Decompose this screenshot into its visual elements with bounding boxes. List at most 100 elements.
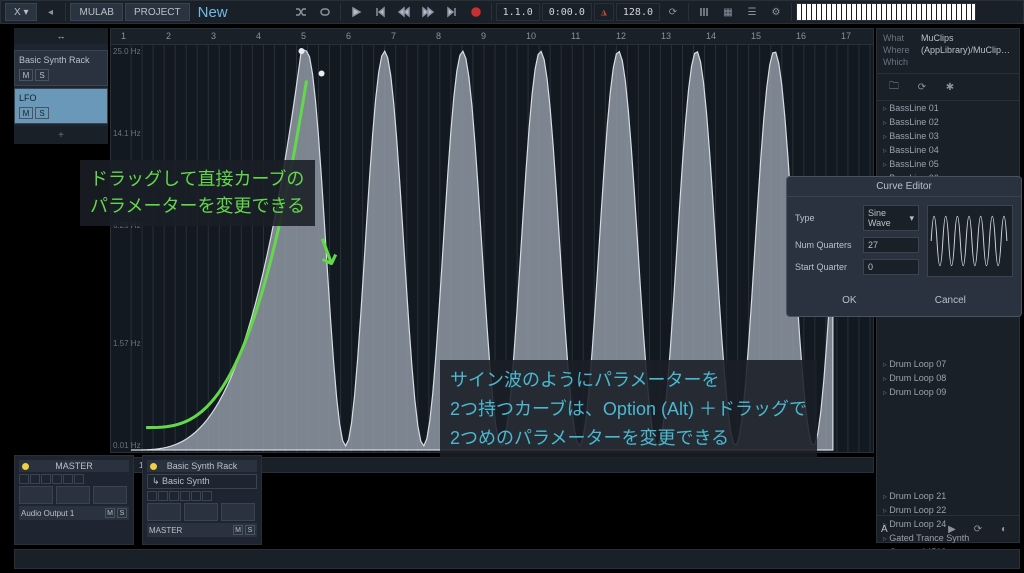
record-icon[interactable]: [465, 3, 487, 21]
metronome-icon[interactable]: ◮: [594, 3, 614, 21]
solo-button[interactable]: S: [245, 525, 255, 535]
ruler-tick: 11: [571, 31, 580, 41]
mute-button[interactable]: M: [233, 525, 243, 535]
ruler-tick: 7: [391, 31, 396, 41]
list-item[interactable]: BassLine 05: [877, 157, 1019, 171]
mute-button[interactable]: M: [19, 107, 33, 119]
tempo-tap-icon[interactable]: ⟳: [662, 3, 684, 21]
numquarters-label: Num Quarters: [795, 240, 863, 250]
volume-fader[interactable]: [184, 503, 218, 521]
track-label[interactable]: LFO: [19, 93, 103, 103]
list-item[interactable]: Drum Loop 07: [877, 357, 1019, 371]
time-display[interactable]: 0:00.0: [542, 3, 592, 21]
ruler-tick: 1: [121, 31, 126, 41]
list-item[interactable]: BassLine 01: [877, 101, 1019, 115]
shuffle-icon[interactable]: [290, 3, 312, 21]
browser-toolbar: 🗀 ⟳ ✱: [877, 74, 1019, 101]
solo-button[interactable]: S: [35, 107, 49, 119]
nav-row[interactable]: ↔: [14, 28, 108, 44]
ruler-tick: 15: [751, 31, 761, 41]
y-label: 14.1 Hz: [113, 129, 141, 138]
channel-output[interactable]: Audio Output 1: [21, 509, 74, 518]
browser-list[interactable]: Drum Loop 07Drum Loop 08Drum Loop 09: [877, 357, 1019, 399]
project-button[interactable]: PROJECT: [125, 3, 190, 21]
ok-button[interactable]: OK: [842, 295, 856, 306]
channel-master: MASTER Audio Output 1 MS: [14, 455, 134, 545]
refresh-icon[interactable]: ⟳: [911, 78, 933, 96]
type-select[interactable]: Sine Wave▾: [863, 205, 919, 231]
list-item[interactable]: BassLine 04: [877, 143, 1019, 157]
tool-settings-icon[interactable]: ⚙: [765, 3, 787, 21]
add-track-button[interactable]: +: [14, 126, 108, 144]
channel-title[interactable]: Basic Synth Rack: [147, 460, 257, 472]
timeline-ruler[interactable]: 1234567891011121314151617: [111, 29, 873, 45]
y-label: 25.0 Hz: [113, 47, 141, 56]
browser-mode-a[interactable]: A: [881, 524, 888, 535]
y-label: 1.57 Hz: [113, 339, 141, 348]
track-label[interactable]: Basic Synth Rack: [19, 55, 103, 65]
rewind-icon[interactable]: [393, 3, 415, 21]
position-display[interactable]: 1.1.0: [496, 3, 540, 21]
curve-canvas[interactable]: 25.0 Hz 14.1 Hz 6.25 Hz 1.57 Hz 0.01 Hz: [111, 45, 873, 452]
y-label: 0.01 Hz: [113, 441, 141, 450]
play-preview-icon[interactable]: ▶: [941, 520, 963, 538]
ruler-tick: 2: [166, 31, 171, 41]
project-name[interactable]: New: [192, 4, 234, 21]
track-panel: ↔ Basic Synth Rack MS LFO MS +: [14, 28, 108, 144]
startquarter-input[interactable]: 0: [863, 259, 919, 275]
mute-button[interactable]: M: [105, 508, 115, 518]
loop-icon[interactable]: [314, 3, 336, 21]
mute-button[interactable]: M: [19, 69, 33, 81]
meter: [221, 503, 255, 521]
skip-start-icon[interactable]: [369, 3, 391, 21]
ruler-tick: 5: [301, 31, 306, 41]
type-label: Type: [795, 213, 863, 223]
ruler-tick: 8: [436, 31, 441, 41]
channel-output[interactable]: MASTER: [149, 526, 182, 535]
device-slot[interactable]: ↳ Basic Synth: [147, 474, 257, 489]
curve-editor-popup: Curve Editor TypeSine Wave▾ Num Quarters…: [786, 176, 1022, 317]
tool-grid-icon[interactable]: ▦: [717, 3, 739, 21]
chevron-down-icon: ▾: [909, 213, 914, 224]
list-item[interactable]: BassLine 02: [877, 115, 1019, 129]
volume-icon[interactable]: ◐: [993, 520, 1015, 538]
track-basic-synth[interactable]: Basic Synth Rack MS: [14, 50, 108, 86]
ruler-tick: 16: [796, 31, 806, 41]
fast-forward-icon[interactable]: [417, 3, 439, 21]
volume-fader[interactable]: [56, 486, 90, 504]
loop-preview-icon[interactable]: ⟳: [967, 520, 989, 538]
list-item[interactable]: Drum Loop 21: [877, 489, 1019, 503]
what-value[interactable]: MuClips: [921, 33, 954, 43]
list-item[interactable]: Drum Loop 09: [877, 385, 1019, 399]
solo-button[interactable]: S: [117, 508, 127, 518]
curve-svg: [111, 45, 873, 452]
pan-knob[interactable]: [19, 486, 53, 504]
virtual-keyboard[interactable]: [796, 3, 976, 21]
channel-title[interactable]: MASTER: [19, 460, 129, 472]
track-lfo[interactable]: LFO MS: [14, 88, 108, 124]
tool-list-icon[interactable]: ☰: [741, 3, 763, 21]
folder-icon[interactable]: 🗀: [883, 78, 905, 96]
what-label: What: [883, 33, 917, 43]
undo-icon[interactable]: ◂: [39, 3, 61, 21]
ruler-tick: 6: [346, 31, 351, 41]
mulab-button[interactable]: MULAB: [70, 3, 122, 21]
statusbar: [14, 549, 1020, 569]
play-icon[interactable]: [345, 3, 367, 21]
cancel-button[interactable]: Cancel: [935, 295, 966, 306]
where-value[interactable]: (AppLibrary)/MuClip…: [921, 45, 1010, 55]
gear-icon[interactable]: ✱: [939, 78, 961, 96]
ruler-tick: 9: [481, 31, 486, 41]
pan-knob[interactable]: [147, 503, 181, 521]
app-menu-button[interactable]: X ▾: [5, 3, 37, 21]
solo-button[interactable]: S: [35, 69, 49, 81]
skip-end-icon[interactable]: [441, 3, 463, 21]
ruler-tick: 10: [526, 31, 536, 41]
list-item[interactable]: Drum Loop 08: [877, 371, 1019, 385]
numquarters-input[interactable]: 27: [863, 237, 919, 253]
ruler-tick: 4: [256, 31, 261, 41]
curve-editor-area[interactable]: 1234567891011121314151617 25.0 Hz 14.1 H…: [110, 28, 874, 453]
tool-mixer-icon[interactable]: [693, 3, 715, 21]
tempo-display[interactable]: 128.0: [616, 3, 660, 21]
list-item[interactable]: BassLine 03: [877, 129, 1019, 143]
